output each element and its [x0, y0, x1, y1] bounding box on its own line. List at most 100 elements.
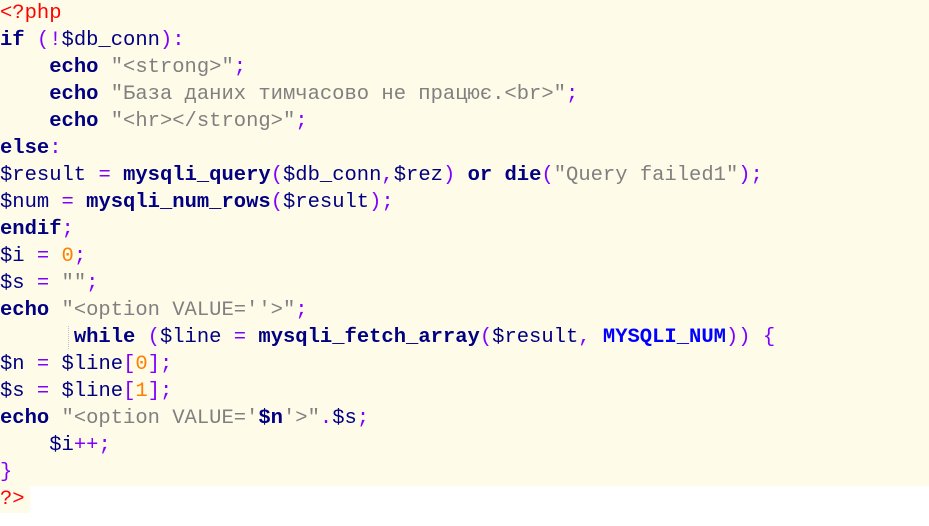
- code-token: $n: [258, 407, 283, 430]
- code-token: =: [233, 326, 247, 349]
- code-line[interactable]: ?>: [0, 486, 929, 513]
- code-token: $i: [49, 434, 74, 457]
- code-token: (: [479, 326, 493, 349]
- code-token: {: [762, 326, 776, 349]
- code-line[interactable]: while ($line = mysqli_fetch_array($resul…: [0, 324, 929, 351]
- code-token: MYSQLI_NUM: [602, 326, 726, 349]
- code-token: ;: [98, 434, 111, 457]
- code-token: ;: [233, 56, 247, 79]
- code-line[interactable]: }: [0, 459, 929, 486]
- code-text: $s = "";: [0, 270, 98, 297]
- code-line[interactable]: if (!$db_conn):: [0, 27, 929, 54]
- code-token: or: [467, 164, 493, 187]
- code-text: echo "База даних тимчасово не працює.<br…: [0, 81, 578, 108]
- code-token: while: [73, 326, 136, 349]
- code-line[interactable]: $s = "";: [0, 270, 929, 297]
- code-token: ;: [295, 110, 308, 133]
- code-line[interactable]: echo "<option VALUE=''>";: [0, 297, 929, 324]
- code-line[interactable]: $i++;: [0, 432, 929, 459]
- code-token: ;: [61, 218, 74, 241]
- code-line[interactable]: $result = mysqli_query($db_conn,$rez) or…: [0, 162, 929, 189]
- code-token: =: [98, 164, 111, 187]
- line-highlight: [0, 432, 929, 459]
- code-line[interactable]: echo "База даних тимчасово не працює.<br…: [0, 81, 929, 108]
- code-token: echo: [0, 407, 50, 430]
- code-token: $line: [61, 380, 124, 403]
- code-token: ;: [356, 407, 370, 430]
- code-text: echo "<option VALUE=''>";: [0, 297, 308, 324]
- code-token: "Query failed1": [553, 164, 739, 187]
- code-token: if: [0, 29, 25, 52]
- code-line[interactable]: echo "<option VALUE='$n'>".$s;: [0, 405, 929, 432]
- code-line[interactable]: echo "<strong>";: [0, 54, 929, 81]
- code-token: $line: [61, 353, 124, 376]
- code-text: }: [0, 459, 12, 486]
- code-token: $db_conn: [61, 29, 160, 52]
- code-text: $i++;: [0, 432, 111, 459]
- code-token: .: [319, 407, 333, 430]
- code-token: (: [270, 191, 283, 214]
- code-token: ?>: [0, 488, 25, 511]
- code-token: ++: [73, 434, 99, 457]
- code-text: echo "<strong>";: [0, 54, 246, 81]
- line-highlight: [0, 459, 929, 486]
- code-token: (: [541, 164, 554, 187]
- code-token: ,: [578, 326, 591, 349]
- code-text: $n = $line[0];: [0, 351, 172, 378]
- code-text: echo "<hr></strong>";: [0, 108, 308, 135]
- code-token: $i: [0, 245, 25, 268]
- code-line[interactable]: <?php: [0, 0, 929, 27]
- code-token: $line: [159, 326, 222, 349]
- code-token: ];: [147, 380, 173, 403]
- code-token: "<strong>": [110, 56, 234, 79]
- code-line[interactable]: endif;: [0, 216, 929, 243]
- code-text: else:: [0, 135, 62, 162]
- code-token: mysqli_query: [123, 164, 271, 187]
- code-editor[interactable]: <?php if (!$db_conn): echo "<strong>"; ec…: [0, 0, 929, 526]
- code-token: =: [36, 272, 50, 295]
- code-token: ;: [73, 245, 87, 268]
- code-line[interactable]: $i = 0;: [0, 243, 929, 270]
- code-line[interactable]: echo "<hr></strong>";: [0, 108, 929, 135]
- code-token: echo: [49, 110, 99, 133]
- code-token: $result: [0, 164, 87, 187]
- code-text: <?php: [0, 0, 62, 27]
- code-token: ;: [86, 272, 99, 295]
- code-line[interactable]: else:: [0, 135, 929, 162]
- code-line[interactable]: $num = mysqli_num_rows($result);: [0, 189, 929, 216]
- code-token: echo: [49, 56, 99, 79]
- code-line[interactable]: $s = $line[1];: [0, 378, 929, 405]
- code-text: if (!$db_conn):: [0, 27, 185, 54]
- code-text: while ($line = mysqli_fetch_array($resul…: [0, 324, 775, 351]
- code-line[interactable]: $n = $line[0];: [0, 351, 929, 378]
- code-token: echo: [0, 299, 50, 322]
- code-token: die: [504, 164, 542, 187]
- code-token: <?php: [0, 2, 62, 25]
- code-token: $s: [0, 272, 25, 295]
- code-token: $n: [0, 353, 25, 376]
- code-text: $s = $line[1];: [0, 378, 172, 405]
- code-token: (: [147, 326, 160, 349]
